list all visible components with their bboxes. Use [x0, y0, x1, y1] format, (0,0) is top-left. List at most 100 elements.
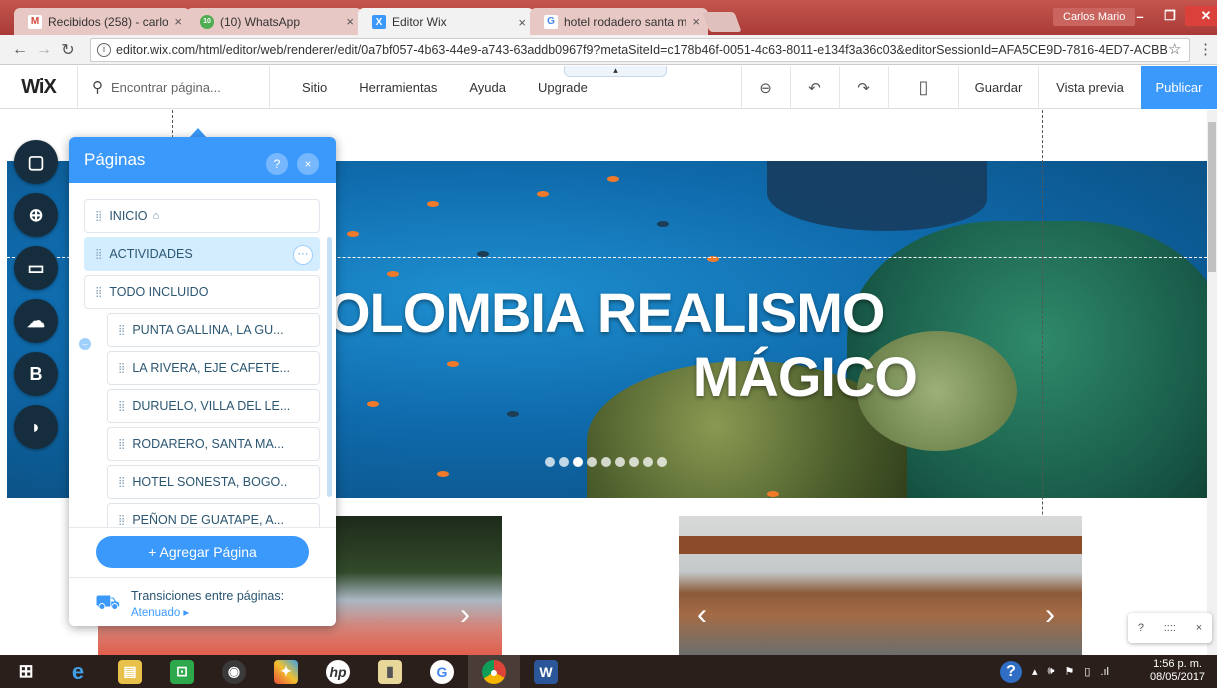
menu-upgrade[interactable]: Upgrade	[522, 80, 604, 95]
page-item-penon-guatape[interactable]: ⣿ PEÑON DE GUATAPE, A...	[107, 503, 320, 527]
help-icon[interactable]: ?	[266, 153, 288, 175]
page-item-todo-incluido[interactable]: ⣿ TODO INCLUIDO	[84, 275, 320, 309]
add-tool-icon[interactable]: ⊕	[14, 193, 58, 237]
taskbar-chrome[interactable]: ●	[468, 655, 520, 688]
slide-dot[interactable]	[545, 457, 555, 467]
page-item-inicio[interactable]: ⣿ INICIO ⌂	[84, 199, 320, 233]
undo-icon[interactable]: ↶	[790, 66, 838, 109]
preview-button[interactable]: Vista previa	[1038, 66, 1141, 109]
slide-dot[interactable]	[601, 457, 611, 467]
taskbar-explorer[interactable]: ▤	[104, 655, 156, 688]
redo-icon[interactable]: ↷	[839, 66, 887, 109]
slide-dot[interactable]	[643, 457, 653, 467]
tab-close-icon[interactable]: ×	[174, 14, 182, 29]
save-button[interactable]: Guardar	[958, 66, 1038, 109]
menu-sitio[interactable]: Sitio	[286, 80, 343, 95]
battery-icon[interactable]: ▯	[1084, 665, 1090, 678]
page-item-la-rivera[interactable]: ⣿ LA RIVERA, EJE CAFETE...	[107, 351, 320, 385]
minimize-icon[interactable]: –	[1125, 6, 1155, 26]
taskbar-word[interactable]: W	[520, 655, 572, 688]
tab-close-icon[interactable]: ×	[518, 15, 526, 30]
new-tab-button[interactable]	[702, 12, 742, 32]
background-tool-icon[interactable]: ▭	[14, 246, 58, 290]
info-icon[interactable]: i	[97, 43, 111, 57]
taskbar-google[interactable]: G	[416, 655, 468, 688]
page-item-rodarero[interactable]: ⣿ RODARERO, SANTA MA...	[107, 427, 320, 461]
pages-tool-icon[interactable]: ▢	[14, 140, 58, 184]
window-close-icon[interactable]: ✕	[1185, 6, 1217, 26]
tab-editor-wix[interactable]: X Editor Wix ×	[358, 8, 534, 36]
url-input[interactable]: i editor.wix.com/html/editor/web/rendere…	[90, 38, 1190, 62]
drag-handle-icon[interactable]: ⣿	[118, 325, 125, 336]
drag-handle-icon[interactable]: ⣿	[118, 515, 125, 526]
drag-handle-icon[interactable]: ⣿	[118, 363, 125, 374]
page-settings-button[interactable]: ···	[293, 245, 313, 265]
browser-user-badge[interactable]: Carlos Mario	[1053, 8, 1136, 26]
slide-dot[interactable]	[615, 457, 625, 467]
page-item-actividades[interactable]: ⣿ ACTIVIDADES ···	[84, 237, 320, 271]
prev-arrow-icon[interactable]: ‹	[697, 598, 707, 632]
drag-handle-icon[interactable]: ⣿	[118, 477, 125, 488]
page-item-punta-gallina[interactable]: ⣿ PUNTA GALLINA, LA GU...	[107, 313, 320, 347]
pages-list-scrollbar[interactable]	[327, 237, 332, 497]
taskbar-clock[interactable]: 1:56 p. m. 08/05/2017	[1150, 658, 1205, 684]
tab-whatsapp[interactable]: 10 (10) WhatsApp ×	[186, 8, 362, 35]
help-widget-close-icon[interactable]: ×	[1196, 622, 1202, 634]
close-icon[interactable]: ×	[297, 153, 319, 175]
drag-handle-icon[interactable]: ⣿	[118, 439, 125, 450]
upload-tool-icon[interactable]: ☁	[14, 299, 58, 343]
next-arrow-icon[interactable]: ›	[1045, 598, 1055, 632]
drag-handle-icon[interactable]: ⣿	[95, 211, 102, 222]
page-item-hotel-sonesta[interactable]: ⣿ HOTEL SONESTA, BOGO..	[107, 465, 320, 499]
zoom-out-icon[interactable]: ⊖	[741, 66, 789, 109]
back-icon[interactable]: ←	[8, 41, 32, 59]
slide-dot[interactable]	[657, 457, 667, 467]
menu-herramientas[interactable]: Herramientas	[343, 80, 453, 95]
reload-icon[interactable]: ↻	[56, 40, 80, 60]
help-widget-question-icon[interactable]: ?	[1138, 622, 1144, 634]
tab-close-icon[interactable]: ×	[692, 14, 700, 29]
drag-handle-icon[interactable]: ⣿	[118, 401, 125, 412]
tab-gmail[interactable]: M Recibidos (258) - carlos.r ×	[14, 8, 190, 35]
collapse-subpages-icon[interactable]: –	[79, 338, 91, 350]
forward-icon[interactable]: →	[32, 41, 56, 59]
museum-gallery-image[interactable]: ‹ ›	[679, 516, 1082, 655]
publish-button[interactable]: Publicar	[1141, 66, 1217, 109]
start-button[interactable]: ⊞	[0, 655, 52, 688]
mobile-view-icon[interactable]: ▯	[888, 66, 958, 109]
flag-icon[interactable]: ⚑	[1064, 665, 1074, 678]
tab-google-search[interactable]: G hotel rodadero santa ma ×	[530, 8, 708, 35]
tray-expand-icon[interactable]: ▴	[1032, 665, 1038, 678]
help-tray-icon[interactable]: ?	[1000, 660, 1022, 683]
taskbar-camera[interactable]: ◉	[208, 655, 260, 688]
page-item-duruelo[interactable]: ⣿ DURUELO, VILLA DEL LE...	[107, 389, 320, 423]
help-widget-drag-icon[interactable]: ::::	[1164, 622, 1176, 634]
scrollbar-thumb[interactable]	[1208, 122, 1216, 272]
menu-ayuda[interactable]: Ayuda	[453, 80, 522, 95]
slide-dot[interactable]	[573, 457, 583, 467]
canvas-scrollbar[interactable]	[1207, 110, 1217, 655]
add-page-button[interactable]: + Agregar Página	[96, 536, 309, 568]
slide-dot[interactable]	[587, 457, 597, 467]
tab-close-icon[interactable]: ×	[346, 14, 354, 29]
browser-menu-icon[interactable]: ⋮	[1198, 40, 1213, 58]
taskbar-hp[interactable]: hp	[312, 655, 364, 688]
hero-title[interactable]: OLOMBIA REALISMO MÁGICO	[327, 281, 927, 409]
volume-icon[interactable]: 🕪	[1048, 665, 1055, 678]
blog-tool-icon[interactable]: B	[14, 352, 58, 396]
collapse-topbar-button[interactable]: ▴	[564, 66, 667, 77]
taskbar-store[interactable]: ⊡	[156, 655, 208, 688]
chat-tool-icon[interactable]: ◗	[14, 405, 58, 449]
taskbar-ie[interactable]: e	[52, 655, 104, 688]
transitions-value-link[interactable]: Atenuado ▸	[131, 605, 189, 619]
page-transitions[interactable]: ⛟ Transiciones entre páginas: Atenuado ▸	[69, 577, 336, 626]
slide-dot[interactable]	[629, 457, 639, 467]
restore-icon[interactable]: ❐	[1155, 6, 1185, 26]
bookmark-star-icon[interactable]: ☆	[1168, 40, 1181, 58]
drag-handle-icon[interactable]: ⣿	[95, 287, 102, 298]
next-arrow-icon[interactable]: ›	[460, 598, 470, 632]
slide-dot[interactable]	[559, 457, 569, 467]
taskbar-files[interactable]: ▮	[364, 655, 416, 688]
page-search-input[interactable]: ⚲ Encontrar página...	[78, 65, 270, 109]
drag-handle-icon[interactable]: ⣿	[95, 249, 102, 260]
